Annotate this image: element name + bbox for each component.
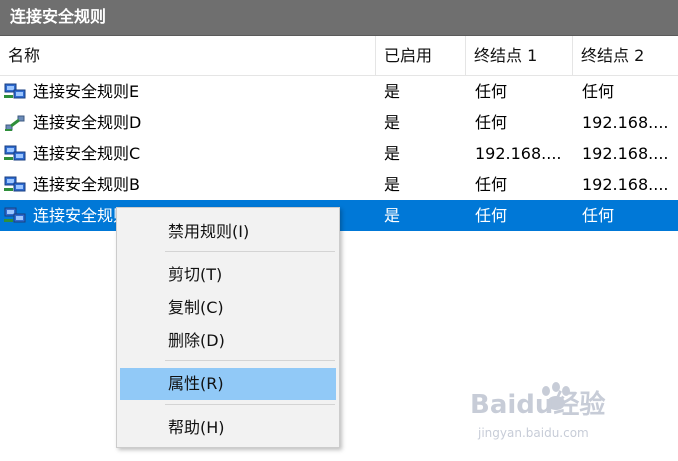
column-header-name[interactable]: 名称 <box>0 36 375 75</box>
tunnel-rule-icon <box>5 115 25 131</box>
column-header-enabled[interactable]: 已启用 <box>376 36 465 75</box>
table-row[interactable]: 连接安全规则C 是 192.168.... 192.168.... <box>0 138 678 169</box>
rule-name: 连接安全规则C <box>33 144 141 163</box>
menu-item-help[interactable]: 帮助(H) <box>120 412 336 444</box>
rule-name: 连接安全规则E <box>33 82 140 101</box>
table-row[interactable]: 连接安全规则D 是 任何 192.168.... <box>0 107 678 138</box>
rule-enabled: 是 <box>384 113 401 132</box>
menu-item-disable-rule[interactable]: 禁用规则(I) <box>120 216 336 248</box>
column-header-endpoint1[interactable]: 终结点 1 <box>466 36 572 75</box>
rule-endpoint2: 192.168.... <box>582 144 669 163</box>
menu-separator <box>165 360 335 361</box>
window-title: 连接安全规则 <box>10 7 107 26</box>
menu-item-copy[interactable]: 复制(C) <box>120 292 336 324</box>
rule-endpoint2: 任何 <box>582 206 615 225</box>
rule-enabled: 是 <box>384 144 401 163</box>
rule-enabled: 是 <box>384 175 401 194</box>
column-header-endpoint2[interactable]: 终结点 2 <box>573 36 678 75</box>
watermark-url: jingyan.baidu.com <box>477 426 589 440</box>
rule-enabled: 是 <box>384 82 401 101</box>
title-bar: 连接安全规则 <box>0 0 678 36</box>
rule-endpoint2: 192.168.... <box>582 175 669 194</box>
rule-endpoint1: 192.168.... <box>475 144 562 163</box>
table-row[interactable]: 连接安全规则B 是 任何 192.168.... <box>0 169 678 200</box>
table-row[interactable]: 连接安全规则E 是 任何 任何 <box>0 76 678 107</box>
rule-enabled: 是 <box>384 206 401 225</box>
rule-endpoint1: 任何 <box>475 82 508 101</box>
menu-item-delete[interactable]: 删除(D) <box>120 325 336 357</box>
paw-icon <box>542 382 570 410</box>
context-menu: 禁用规则(I) 剪切(T) 复制(C) 删除(D) 属性(R) 帮助(H) <box>116 207 340 448</box>
menu-item-cut[interactable]: 剪切(T) <box>120 259 336 291</box>
rule-name: 连接安全规则B <box>33 175 140 194</box>
menu-separator <box>165 404 335 405</box>
rule-endpoint2: 任何 <box>582 82 615 101</box>
watermark-brand: Baidu经验 <box>470 389 605 420</box>
rule-name: 连接安全规则D <box>33 113 142 132</box>
rule-endpoint2: 192.168.... <box>582 113 669 132</box>
network-rule-icon <box>4 207 26 223</box>
menu-item-properties[interactable]: 属性(R) <box>120 368 336 400</box>
network-rule-icon <box>4 176 26 192</box>
menu-separator <box>165 251 335 252</box>
rule-endpoint1: 任何 <box>475 206 508 225</box>
rule-endpoint1: 任何 <box>475 113 508 132</box>
rule-endpoint1: 任何 <box>475 175 508 194</box>
network-rule-icon <box>4 83 26 99</box>
column-header-row: 名称 已启用 终结点 1 终结点 2 <box>0 36 678 76</box>
network-rule-icon <box>4 145 26 161</box>
baidu-watermark: Baidu经验 jingyan.baidu.com <box>470 382 605 440</box>
